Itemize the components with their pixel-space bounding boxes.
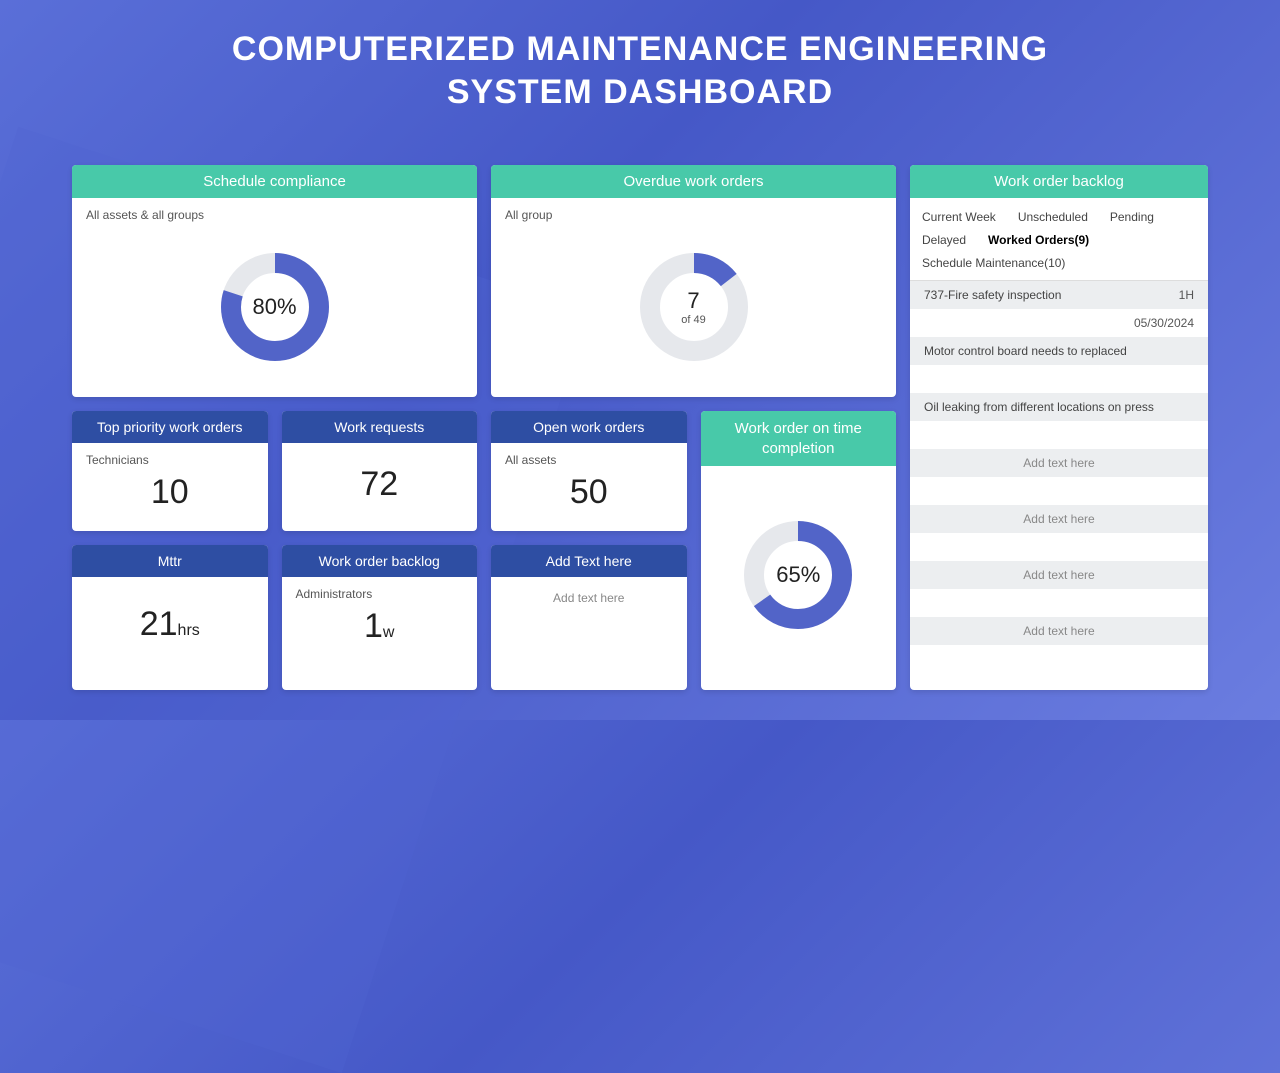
card-header: Add Text here: [491, 545, 687, 577]
donut-schedule: 80%: [215, 247, 335, 367]
tab-schedule-maintenance[interactable]: Schedule Maintenance(10): [922, 252, 1065, 275]
donut-overdue: 7of 49: [634, 247, 754, 367]
card-schedule-compliance: Schedule compliance All assets & all gro…: [72, 165, 477, 397]
card-wo-backlog-small: Work order backlog Administrators 1w: [282, 545, 478, 690]
card-header: Schedule compliance: [72, 165, 477, 198]
card-header: Top priority work orders: [72, 411, 268, 443]
card-mttr: Mttr 21hrs: [72, 545, 268, 690]
tab-pending[interactable]: Pending: [1110, 206, 1154, 229]
card-subtitle: Administrators: [282, 577, 478, 601]
card-ontime-completion: Work order on time completion 65%: [701, 411, 897, 690]
tab-current-week[interactable]: Current Week: [922, 206, 996, 229]
placeholder-text[interactable]: Add text here: [491, 577, 687, 623]
card-open-wo: Open work orders All assets 50: [491, 411, 687, 531]
card-top-priority: Top priority work orders Technicians 10: [72, 411, 268, 531]
card-header: Work requests: [282, 411, 478, 443]
backlog-row[interactable]: Add text here: [910, 505, 1208, 533]
card-subtitle: Technicians: [72, 443, 268, 467]
donut-value: 65%: [776, 562, 820, 588]
card-overdue: Overdue work orders All group 7of 49: [491, 165, 896, 397]
stat-value: 72: [282, 443, 478, 520]
backlog-row: [910, 421, 1208, 449]
card-subtitle: All assets & all groups: [72, 198, 477, 222]
donut-sub: of 49: [681, 314, 705, 326]
stat-value: 10: [72, 467, 268, 528]
card-add-text: Add Text here Add text here: [491, 545, 687, 690]
stat-value: 1w: [282, 601, 478, 662]
card-work-requests: Work requests 72: [282, 411, 478, 531]
backlog-row: 737-Fire safety inspection1H: [910, 281, 1208, 309]
page-title: COMPUTERIZED MAINTENANCE ENGINEERING SYS…: [0, 0, 1280, 113]
column-right: Work order backlog Current Week Unschedu…: [910, 165, 1208, 690]
backlog-list: 737-Fire safety inspection1H 05/30/2024M…: [910, 280, 1208, 645]
column-middle: Overdue work orders All group 7of 49 Ope…: [491, 165, 896, 690]
card-header: Work order on time completion: [701, 411, 897, 466]
donut-value: 7: [687, 288, 699, 314]
backlog-row: [910, 477, 1208, 505]
backlog-row[interactable]: Add text here: [910, 561, 1208, 589]
backlog-row: 05/30/2024: [910, 309, 1208, 337]
card-work-order-backlog: Work order backlog Current Week Unschedu…: [910, 165, 1208, 690]
backlog-row[interactable]: Add text here: [910, 617, 1208, 645]
backlog-row: Oil leaking from different locations on …: [910, 393, 1208, 421]
dashboard-grid: Schedule compliance All assets & all gro…: [72, 165, 1208, 690]
card-header: Work order backlog: [910, 165, 1208, 198]
backlog-row[interactable]: Add text here: [910, 449, 1208, 477]
card-subtitle: All assets: [491, 443, 687, 467]
backlog-row: [910, 589, 1208, 617]
stat-value: 50: [491, 467, 687, 528]
tab-worked-orders[interactable]: Worked Orders(9): [988, 229, 1089, 252]
donut-value: 80%: [252, 294, 296, 320]
backlog-row: [910, 533, 1208, 561]
backlog-row: [910, 365, 1208, 393]
card-header: Mttr: [72, 545, 268, 577]
donut-ontime: 65%: [738, 515, 858, 635]
card-header: Overdue work orders: [491, 165, 896, 198]
card-header: Work order backlog: [282, 545, 478, 577]
column-left: Schedule compliance All assets & all gro…: [72, 165, 477, 690]
backlog-tabs: Current Week Unscheduled Pending Delayed…: [910, 198, 1208, 280]
backlog-row: Motor control board needs to replaced: [910, 337, 1208, 365]
page-title-line1: COMPUTERIZED MAINTENANCE ENGINEERING: [0, 28, 1280, 71]
card-header: Open work orders: [491, 411, 687, 443]
card-subtitle: All group: [491, 198, 896, 222]
stat-value: 21hrs: [72, 577, 268, 660]
page-title-line2: SYSTEM DASHBOARD: [0, 71, 1280, 114]
tab-unscheduled[interactable]: Unscheduled: [1018, 206, 1088, 229]
tab-delayed[interactable]: Delayed: [922, 229, 966, 252]
